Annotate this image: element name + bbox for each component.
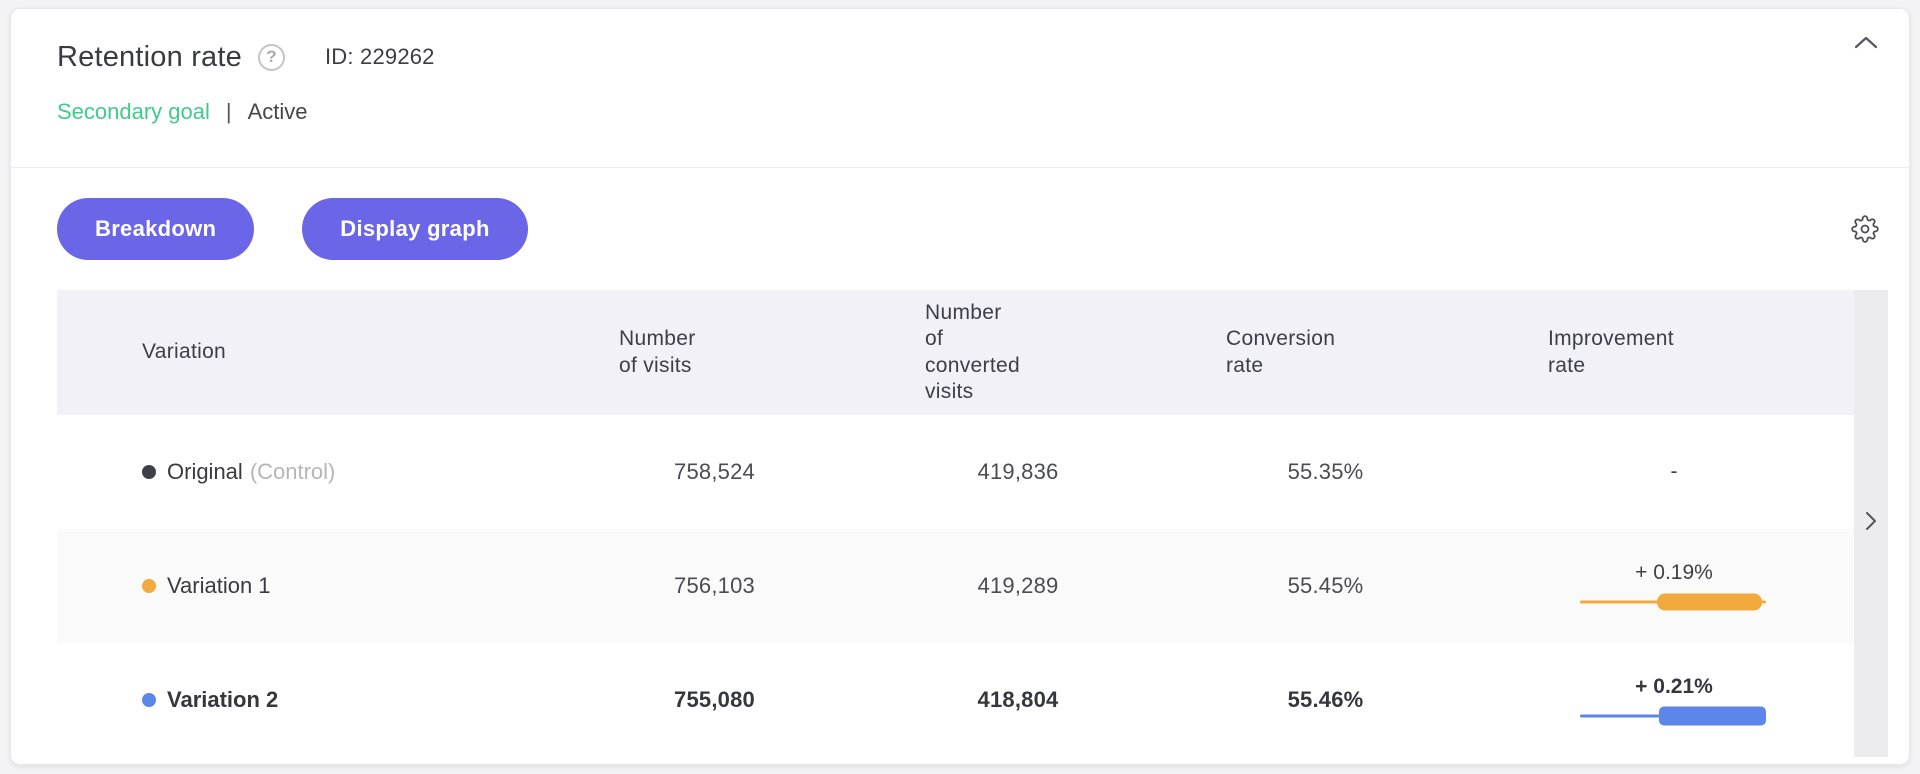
improvement-value: -	[1671, 460, 1678, 484]
goal-id: ID: 229262	[325, 44, 435, 70]
chevron-up-icon	[1852, 39, 1880, 54]
improvement-bar	[1580, 592, 1768, 612]
separator: |	[226, 99, 232, 125]
improvement-bar	[1580, 706, 1768, 726]
column-header-improvement-rate: Improvement rate	[1482, 290, 1854, 415]
collapse-button[interactable]	[1851, 33, 1881, 55]
converted-visits-value: 418,804	[978, 687, 1059, 713]
table-row-variation-2: Variation 2 755,080 418,804 55.46% + 0.2…	[57, 643, 1854, 757]
goal-type-label: Secondary goal	[57, 99, 210, 125]
improvement-value: + 0.21%	[1635, 675, 1713, 699]
goal-card: Retention rate ? ID: 229262 Secondary go…	[10, 8, 1910, 765]
table-scroll-right[interactable]	[1854, 290, 1888, 757]
toolbar: Breakdown Display graph	[11, 168, 1909, 260]
variation-suffix: (Control)	[250, 459, 336, 485]
variation-name: Variation 2	[167, 687, 278, 713]
column-header-conversion-rate: Conversion rate	[1169, 290, 1482, 415]
goal-header: Retention rate ? ID: 229262 Secondary go…	[11, 9, 1909, 127]
variation-dot	[142, 579, 156, 593]
breakdown-button[interactable]: Breakdown	[57, 198, 254, 260]
variation-dot	[142, 693, 156, 707]
results-table: Variation Number of visits Number of con…	[57, 290, 1909, 757]
variation-dot	[142, 465, 156, 479]
column-header-visits: Number of visits	[562, 290, 867, 415]
visits-value: 758,524	[674, 459, 755, 485]
converted-visits-value: 419,836	[978, 459, 1059, 485]
help-icon[interactable]: ?	[258, 44, 285, 71]
conversion-rate-value: 55.46%	[1288, 687, 1364, 713]
improvement-value: + 0.19%	[1635, 561, 1713, 585]
table-row-original: Original (Control) 758,524 419,836 55.35…	[57, 415, 1854, 529]
visits-value: 755,080	[674, 687, 755, 713]
table-row-variation-1: Variation 1 756,103 419,289 55.45% + 0.1…	[57, 529, 1854, 643]
variation-name: Variation 1	[167, 573, 271, 599]
variation-name: Original	[167, 459, 243, 485]
column-header-converted-visits: Number of converted visits	[867, 290, 1169, 415]
gear-icon	[1851, 231, 1879, 246]
conversion-rate-value: 55.35%	[1288, 459, 1364, 485]
table-header-row: Variation Number of visits Number of con…	[57, 290, 1854, 415]
status-label: Active	[248, 99, 308, 125]
page-title: Retention rate	[57, 41, 242, 74]
visits-value: 756,103	[674, 573, 755, 599]
converted-visits-value: 419,289	[978, 573, 1059, 599]
conversion-rate-value: 55.45%	[1288, 573, 1364, 599]
settings-button[interactable]	[1851, 215, 1879, 243]
column-header-variation: Variation	[57, 290, 562, 415]
chevron-right-icon	[1864, 509, 1878, 538]
display-graph-button[interactable]: Display graph	[302, 198, 527, 260]
